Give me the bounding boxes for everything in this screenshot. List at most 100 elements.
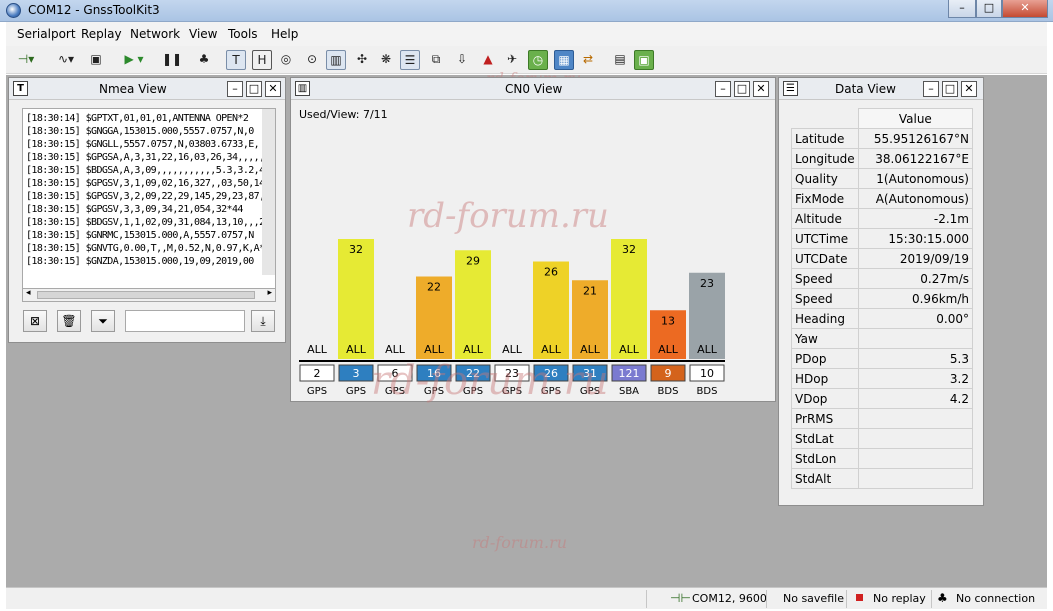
- constellation-icon[interactable]: ❋: [376, 50, 396, 70]
- save-icon[interactable]: ▣: [86, 50, 106, 70]
- data-row-key: Altitude: [791, 208, 859, 229]
- download-icon[interactable]: ⤓: [251, 310, 275, 332]
- data-row-value: [857, 468, 974, 489]
- hex-view-icon[interactable]: H: [252, 50, 272, 70]
- clock-icon[interactable]: ◷: [528, 50, 548, 70]
- data-view-titlebar[interactable]: ☰ Data View – □ ✕: [779, 78, 983, 100]
- window-titlebar: COM12 - GnssToolKit3 – □ ✕: [0, 0, 1053, 22]
- cn0-maximize-button[interactable]: □: [734, 81, 750, 97]
- prn-label: 9: [665, 367, 672, 380]
- filter-icon[interactable]: ⏷: [91, 310, 115, 332]
- serial-connect-icon[interactable]: ⊣▾: [10, 50, 42, 70]
- data-view-panel: ☰ Data View – □ ✕ Value Latitude 55.95126…: [778, 77, 984, 506]
- cn0-view-titlebar[interactable]: ▥ CN0 View – □ ✕: [291, 78, 775, 100]
- nmea-view-titlebar[interactable]: T Nmea View – □ ✕: [9, 78, 285, 100]
- data-row[interactable]: HDop 3.2: [791, 368, 974, 389]
- data-row[interactable]: Speed 0.96km/h: [791, 288, 974, 309]
- data-maximize-button[interactable]: □: [942, 81, 958, 97]
- target-icon[interactable]: ⊙: [302, 50, 322, 70]
- nmea-vertical-scrollbar[interactable]: [262, 109, 275, 275]
- data-close-button[interactable]: ✕: [961, 81, 977, 97]
- layout-icon[interactable]: ▤: [610, 50, 630, 70]
- menu-replay[interactable]: Replay: [81, 27, 122, 41]
- system-label: GPS: [463, 386, 483, 397]
- data-view-icon[interactable]: ☰: [400, 50, 420, 70]
- menu-serialport[interactable]: Serialport: [17, 27, 76, 41]
- cn0-value-label: 21: [583, 284, 597, 297]
- pause-icon[interactable]: ❚❚: [162, 50, 182, 70]
- download-globe-icon[interactable]: ⇩: [452, 50, 472, 70]
- data-row[interactable]: UTCTime 15:30:15.000: [791, 228, 974, 249]
- text-view-icon[interactable]: T: [226, 50, 246, 70]
- cn0-close-button[interactable]: ✕: [753, 81, 769, 97]
- toolbar: ⊣▾ ∿▾ ▣ ▶ ▾ ❚❚ ♣ T H ◎ ⊙ ▥ ✣ ❋ ☰ ⧉ ⇩ ▲ ✈…: [6, 46, 1047, 74]
- app-icon: [6, 3, 21, 18]
- export-icon[interactable]: ▣: [634, 50, 654, 70]
- data-row[interactable]: StdLon: [791, 448, 974, 469]
- data-row-key: Latitude: [791, 128, 859, 149]
- system-label: BDS: [658, 386, 679, 397]
- cn0-view-icon[interactable]: ▥: [326, 50, 346, 70]
- data-row[interactable]: Yaw: [791, 328, 974, 349]
- data-row-value: 38.06122167°E: [857, 148, 974, 169]
- data-table-corner: [791, 108, 859, 129]
- data-row[interactable]: Speed 0.27m/s: [791, 268, 974, 289]
- trash-icon[interactable]: 🗑: [57, 310, 81, 332]
- data-row-value: 0.27m/s: [857, 268, 974, 289]
- prn-label: 31: [583, 367, 597, 380]
- minimize-button[interactable]: –: [948, 0, 976, 18]
- clear-screen-button[interactable]: ⊠: [23, 310, 47, 332]
- data-row[interactable]: VDop 4.2: [791, 388, 974, 409]
- nmea-horizontal-scrollbar[interactable]: ◂ ▸: [22, 288, 276, 302]
- data-minimize-button[interactable]: –: [923, 81, 939, 97]
- nmea-line: [18:30:15] $GPGSV,3,2,09,22,29,145,29,23…: [26, 191, 265, 202]
- data-row-value: 4.2: [857, 388, 974, 409]
- menu-network[interactable]: Network: [130, 27, 180, 41]
- maximize-button[interactable]: □: [976, 0, 1002, 18]
- data-row[interactable]: StdLat: [791, 428, 974, 449]
- usage-label: ALL: [346, 343, 367, 356]
- satellite-icon[interactable]: ✣: [352, 50, 372, 70]
- menu-help[interactable]: Help: [271, 27, 298, 41]
- nmea-filter-input[interactable]: [125, 310, 245, 332]
- device-icon[interactable]: ♣: [194, 50, 214, 70]
- prn-label: 6: [392, 367, 399, 380]
- play-icon[interactable]: ▶ ▾: [118, 50, 150, 70]
- close-button[interactable]: ✕: [1002, 0, 1048, 18]
- usage-label: ALL: [502, 343, 523, 356]
- data-row[interactable]: StdAlt: [791, 468, 974, 489]
- menu-tools[interactable]: Tools: [228, 27, 258, 41]
- config-satellite-icon[interactable]: ✈: [502, 50, 522, 70]
- waveform-icon[interactable]: ∿▾: [50, 50, 82, 70]
- nmea-close-button[interactable]: ✕: [265, 81, 281, 97]
- scroll-thumb[interactable]: [37, 291, 255, 299]
- data-row[interactable]: Latitude 55.95126167°N: [791, 128, 974, 149]
- data-row[interactable]: Quality 1(Autonomous): [791, 168, 974, 189]
- nmea-line: [18:30:15] $BDGSA,A,3,09,,,,,,,,,,,5.3,3…: [26, 165, 276, 176]
- data-row-value: [857, 428, 974, 449]
- direction-arrow-icon[interactable]: ▲: [478, 50, 498, 70]
- nmea-minimize-button[interactable]: –: [227, 81, 243, 97]
- system-label: BDS: [697, 386, 718, 397]
- data-table: Value Latitude 55.95126167°N Longitude 38.0…: [791, 108, 974, 489]
- menu-view[interactable]: View: [189, 27, 217, 41]
- status-separator: [846, 590, 847, 608]
- data-row[interactable]: PDop 5.3: [791, 348, 974, 369]
- map-icon[interactable]: ▦: [554, 50, 574, 70]
- data-row-value: 3.2: [857, 368, 974, 389]
- nmea-maximize-button[interactable]: □: [246, 81, 262, 97]
- scroll-left-icon[interactable]: ◂: [26, 288, 31, 298]
- data-row[interactable]: Longitude 38.06122167°E: [791, 148, 974, 169]
- scroll-right-icon[interactable]: ▸: [267, 288, 272, 298]
- message-view-icon[interactable]: ⧉: [426, 50, 446, 70]
- nmea-log[interactable]: [18:30:14] $GPTXT,01,01,01,ANTENNA OPEN*…: [22, 108, 276, 290]
- swap-icon[interactable]: ⇄: [578, 50, 598, 70]
- data-row[interactable]: PrRMS: [791, 408, 974, 429]
- data-row[interactable]: UTCDate 2019/09/19: [791, 248, 974, 269]
- data-row[interactable]: Altitude -2.1m: [791, 208, 974, 229]
- sky-view-icon[interactable]: ◎: [276, 50, 296, 70]
- data-row[interactable]: Heading 0.00°: [791, 308, 974, 329]
- cn0-value-label: 22: [427, 281, 441, 294]
- cn0-minimize-button[interactable]: –: [715, 81, 731, 97]
- data-row[interactable]: FixMode A(Autonomous): [791, 188, 974, 209]
